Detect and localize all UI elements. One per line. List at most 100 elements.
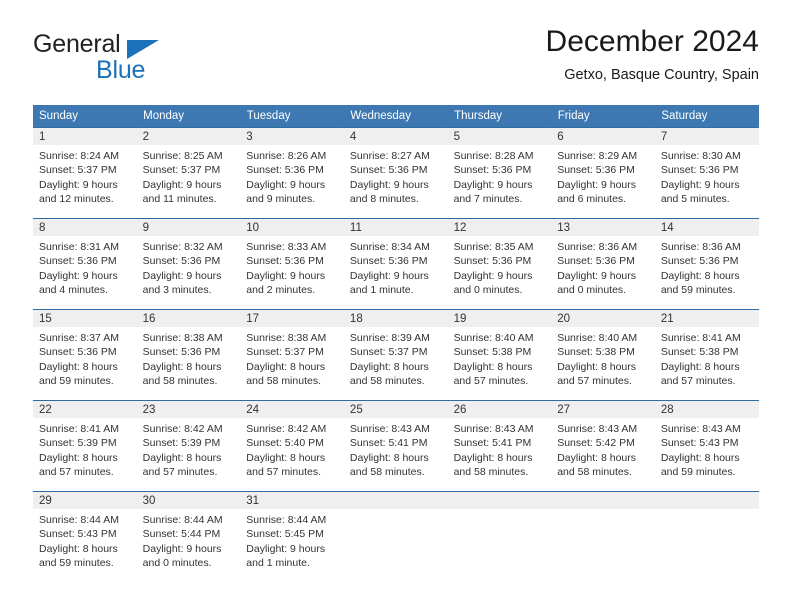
sunrise-text: Sunrise: 8:41 AM (660, 332, 741, 344)
day-cell[interactable]: 13 Sunrise: 8:36 AM Sunset: 5:36 PM Dayl… (551, 218, 655, 310)
daylight-text-line1: Daylight: 8 hours (142, 451, 222, 464)
day-cell[interactable]: 7 Sunrise: 8:30 AM Sunset: 5:36 PM Dayli… (654, 127, 759, 219)
day-number: 12 (447, 219, 552, 236)
sunset-text: Sunset: 5:36 PM (557, 255, 635, 268)
day-number (343, 492, 448, 509)
daylight-text-line2: and 9 minutes. (246, 193, 316, 206)
sunrise-text: Sunrise: 8:36 AM (660, 241, 741, 253)
day-cell[interactable]: 11 Sunrise: 8:34 AM Sunset: 5:36 PM Dayl… (343, 218, 448, 310)
day-number: 19 (447, 310, 552, 327)
daylight-text-line2: and 3 minutes. (142, 284, 212, 297)
day-cell[interactable]: 18 Sunrise: 8:39 AM Sunset: 5:37 PM Dayl… (343, 309, 448, 401)
day-details: Sunrise: 8:24 AM Sunset: 5:37 PM Dayligh… (33, 145, 137, 207)
day-details: Sunrise: 8:43 AM Sunset: 5:41 PM Dayligh… (344, 418, 448, 480)
daylight-text-line2: and 7 minutes. (453, 193, 523, 206)
daylight-text-line1: Daylight: 9 hours (557, 178, 636, 191)
day-cell[interactable]: 5 Sunrise: 8:28 AM Sunset: 5:36 PM Dayli… (447, 127, 552, 219)
sunset-text: Sunset: 5:38 PM (453, 346, 532, 359)
sunrise-text: Sunrise: 8:42 AM (142, 423, 223, 435)
day-cell[interactable]: 10 Sunrise: 8:33 AM Sunset: 5:36 PM Dayl… (240, 218, 344, 310)
day-cell[interactable]: 31 Sunrise: 8:44 AM Sunset: 5:45 PM Dayl… (240, 491, 344, 582)
sunset-text: Sunset: 5:36 PM (39, 255, 117, 268)
day-number: 11 (343, 219, 448, 236)
day-cell[interactable]: 8 Sunrise: 8:31 AM Sunset: 5:36 PM Dayli… (33, 218, 137, 310)
day-number: 13 (551, 219, 655, 236)
page-title: December 2024 (545, 25, 759, 58)
day-cell[interactable]: 17 Sunrise: 8:38 AM Sunset: 5:37 PM Dayl… (240, 309, 344, 401)
day-cell[interactable]: 25 Sunrise: 8:43 AM Sunset: 5:41 PM Dayl… (343, 400, 448, 492)
sunrise-text: Sunrise: 8:39 AM (349, 332, 430, 344)
sunset-text: Sunset: 5:39 PM (142, 437, 221, 450)
day-cell[interactable]: 29 Sunrise: 8:44 AM Sunset: 5:43 PM Dayl… (33, 491, 137, 582)
daylight-text-line1: Daylight: 9 hours (142, 269, 222, 282)
week-row: 1 Sunrise: 8:24 AM Sunset: 5:37 PM Dayli… (33, 127, 759, 219)
day-number: 17 (240, 310, 344, 327)
daylight-text-line1: Daylight: 9 hours (246, 542, 326, 555)
daylight-text-line2: and 58 minutes. (349, 375, 425, 388)
general-blue-logo[interactable]: General Blue (33, 30, 233, 86)
daylight-text-line2: and 59 minutes. (660, 466, 736, 479)
sunset-text: Sunset: 5:42 PM (557, 437, 635, 450)
day-cell[interactable]: 16 Sunrise: 8:38 AM Sunset: 5:36 PM Dayl… (136, 309, 241, 401)
sunset-text: Sunset: 5:36 PM (660, 255, 739, 268)
daylight-text-line2: and 1 minute. (349, 284, 414, 297)
day-number: 5 (447, 128, 552, 145)
sunset-text: Sunset: 5:41 PM (453, 437, 532, 450)
day-cell[interactable]: 9 Sunrise: 8:32 AM Sunset: 5:36 PM Dayli… (136, 218, 241, 310)
day-cell[interactable]: 2 Sunrise: 8:25 AM Sunset: 5:37 PM Dayli… (136, 127, 241, 219)
sunset-text: Sunset: 5:36 PM (557, 164, 635, 177)
daylight-text-line1: Daylight: 9 hours (142, 178, 222, 191)
daylight-text-line2: and 4 minutes. (39, 284, 108, 297)
day-number: 10 (240, 219, 344, 236)
day-number: 20 (551, 310, 655, 327)
day-details: Sunrise: 8:43 AM Sunset: 5:42 PM Dayligh… (551, 418, 655, 480)
day-cell[interactable]: 6 Sunrise: 8:29 AM Sunset: 5:36 PM Dayli… (551, 127, 655, 219)
day-number: 22 (33, 401, 137, 418)
daylight-text-line1: Daylight: 8 hours (660, 360, 740, 373)
daylight-text-line1: Daylight: 9 hours (557, 269, 636, 282)
weekday-header-friday: Friday (551, 105, 656, 128)
sunset-text: Sunset: 5:36 PM (246, 255, 324, 268)
calendar-header-row: Sunday Monday Tuesday Wednesday Thursday… (33, 105, 759, 128)
day-cell[interactable]: 23 Sunrise: 8:42 AM Sunset: 5:39 PM Dayl… (136, 400, 241, 492)
sunrise-text: Sunrise: 8:30 AM (660, 150, 741, 162)
daylight-text-line1: Daylight: 8 hours (39, 542, 118, 555)
sunset-text: Sunset: 5:38 PM (660, 346, 739, 359)
day-cell[interactable]: 14 Sunrise: 8:36 AM Sunset: 5:36 PM Dayl… (654, 218, 759, 310)
day-cell[interactable]: 3 Sunrise: 8:26 AM Sunset: 5:36 PM Dayli… (240, 127, 344, 219)
day-cell[interactable]: 30 Sunrise: 8:44 AM Sunset: 5:44 PM Dayl… (136, 491, 241, 582)
sunset-text: Sunset: 5:36 PM (142, 255, 221, 268)
day-cell[interactable]: 19 Sunrise: 8:40 AM Sunset: 5:38 PM Dayl… (447, 309, 552, 401)
daylight-text-line1: Daylight: 9 hours (39, 269, 118, 282)
day-cell[interactable]: 26 Sunrise: 8:43 AM Sunset: 5:41 PM Dayl… (447, 400, 552, 492)
sunset-text: Sunset: 5:43 PM (39, 528, 117, 541)
day-cell[interactable]: 28 Sunrise: 8:43 AM Sunset: 5:43 PM Dayl… (654, 400, 759, 492)
day-details: Sunrise: 8:39 AM Sunset: 5:37 PM Dayligh… (344, 327, 448, 389)
daylight-text-line1: Daylight: 8 hours (557, 360, 636, 373)
day-cell[interactable]: 20 Sunrise: 8:40 AM Sunset: 5:38 PM Dayl… (551, 309, 655, 401)
daylight-text-line2: and 57 minutes. (557, 375, 632, 388)
weekday-header-monday: Monday (136, 105, 241, 128)
daylight-text-line1: Daylight: 9 hours (349, 269, 429, 282)
daylight-text-line1: Daylight: 8 hours (246, 360, 326, 373)
sunrise-sunset-calendar: Sunday Monday Tuesday Wednesday Thursday… (33, 105, 759, 582)
day-details: Sunrise: 8:38 AM Sunset: 5:36 PM Dayligh… (137, 327, 241, 389)
day-number: 1 (33, 128, 137, 145)
daylight-text-line2: and 59 minutes. (39, 375, 114, 388)
day-cell[interactable]: 15 Sunrise: 8:37 AM Sunset: 5:36 PM Dayl… (33, 309, 137, 401)
day-cell[interactable]: 4 Sunrise: 8:27 AM Sunset: 5:36 PM Dayli… (343, 127, 448, 219)
day-cell-empty (654, 491, 759, 582)
day-cell[interactable]: 22 Sunrise: 8:41 AM Sunset: 5:39 PM Dayl… (33, 400, 137, 492)
sunset-text: Sunset: 5:36 PM (453, 255, 532, 268)
day-cell[interactable]: 24 Sunrise: 8:42 AM Sunset: 5:40 PM Dayl… (240, 400, 344, 492)
day-cell[interactable]: 27 Sunrise: 8:43 AM Sunset: 5:42 PM Dayl… (551, 400, 655, 492)
sunset-text: Sunset: 5:41 PM (349, 437, 428, 450)
day-details: Sunrise: 8:35 AM Sunset: 5:36 PM Dayligh… (448, 236, 552, 298)
sunset-text: Sunset: 5:36 PM (349, 164, 428, 177)
day-cell[interactable]: 21 Sunrise: 8:41 AM Sunset: 5:38 PM Dayl… (654, 309, 759, 401)
day-number: 21 (654, 310, 759, 327)
sunset-text: Sunset: 5:38 PM (557, 346, 635, 359)
day-cell[interactable]: 12 Sunrise: 8:35 AM Sunset: 5:36 PM Dayl… (447, 218, 552, 310)
day-cell[interactable]: 1 Sunrise: 8:24 AM Sunset: 5:37 PM Dayli… (33, 127, 137, 219)
sunrise-text: Sunrise: 8:40 AM (453, 332, 534, 344)
